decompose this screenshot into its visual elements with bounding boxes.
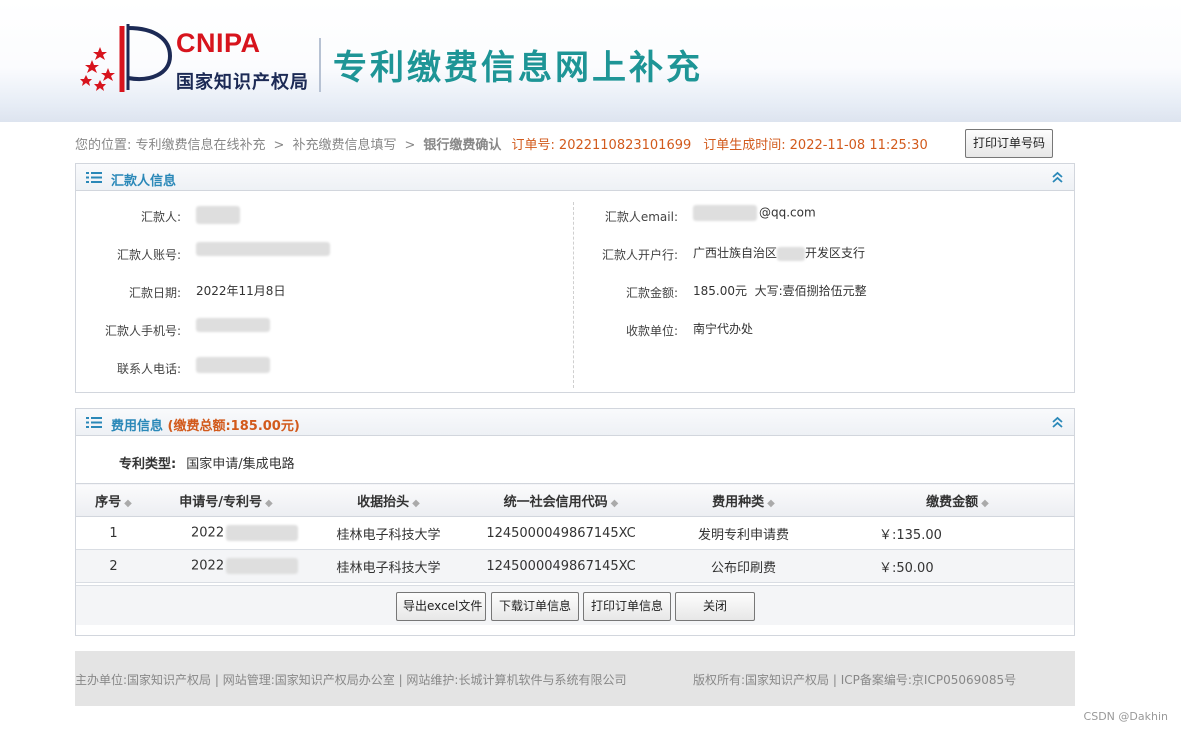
footer-organizers: 主办单位:国家知识产权局 | 网站管理:国家知识产权局办公室 | 网站维护:长城… <box>75 673 627 687</box>
cell-amount: ￥:50.00 <box>841 549 1074 583</box>
fee-panel-header: 费用信息 (缴费总额:185.00元) <box>76 409 1074 436</box>
redacted-value <box>693 205 757 221</box>
remitter-name-label: 汇款人: <box>140 210 181 224</box>
patent-type: 专利类型: 国家申请/集成电路 <box>119 453 295 472</box>
patent-type-label: 专利类型: <box>119 457 177 472</box>
remitter-account-label: 汇款人账号: <box>116 248 181 262</box>
remitter-info-panel: 汇款人信息 汇款人: 汇款人账号: 汇款日期: 2022年11月8日 汇款人手机… <box>75 163 1075 393</box>
list-icon <box>86 172 102 183</box>
collapse-up-icon[interactable] <box>1051 416 1064 429</box>
remitter-panel-body: 汇款人: 汇款人账号: 汇款日期: 2022年11月8日 汇款人手机号: 联系人… <box>76 191 1074 391</box>
table-row[interactable]: 2 2022 桂林电子科技大学 1245000049867145XC 公布印刷费… <box>76 549 1074 583</box>
download-order-button[interactable]: 下载订单信息 <box>491 592 579 621</box>
remitter-bank-suffix: 开发区支行 <box>805 246 866 260</box>
col-header-credit-code[interactable]: 统一社会信用代码 ◆ <box>476 483 646 517</box>
header-divider <box>319 38 321 92</box>
site-header: CNIPA 国家知识产权局 专利缴费信息网上补充 <box>0 0 1181 122</box>
redacted-value <box>196 206 240 224</box>
list-icon <box>86 417 102 428</box>
cell-index: 2 <box>76 549 151 583</box>
redacted-value <box>196 241 330 256</box>
sort-icon[interactable]: ◆ <box>981 498 989 509</box>
cell-receipt-title: 桂林电子科技大学 <box>301 549 476 583</box>
csdn-watermark: CSDN @Dakhin <box>1083 710 1168 723</box>
cell-credit-code: 1245000049867145XC <box>476 516 646 550</box>
payee-value: 南宁代办处 <box>693 322 754 336</box>
cell-credit-code: 1245000049867145XC <box>476 549 646 583</box>
breadcrumb-step-2[interactable]: 补充缴费信息填写 <box>292 138 396 153</box>
contact-phone-label: 联系人电话: <box>116 362 181 376</box>
fee-table: 序号 ◆ 申请号/专利号 ◆ 收据抬头 ◆ 统一社会信用代码 ◆ 费用种类 ◆ 缴费金额 ◆… <box>76 483 1074 583</box>
sort-icon[interactable]: ◆ <box>767 498 775 509</box>
remit-date-label: 汇款日期: <box>128 286 181 300</box>
redacted-value <box>196 357 270 373</box>
order-number-label: 订单号: <box>511 138 555 153</box>
cell-amount: ￥:135.00 <box>841 516 1074 550</box>
sort-icon[interactable]: ◆ <box>124 498 132 509</box>
logo-text-cn: 国家知识产权局 <box>176 72 309 93</box>
breadcrumb-step-1[interactable]: 专利缴费信息在线补充 <box>136 138 266 153</box>
breadcrumb-separator: > <box>273 138 285 153</box>
cell-receipt-title: 桂林电子科技大学 <box>301 516 476 550</box>
action-bar: 导出excel文件 下载订单信息 打印订单信息 关闭 <box>76 585 1074 625</box>
col-header-fee-type[interactable]: 费用种类 ◆ <box>646 483 841 517</box>
logo-text-en: CNIPA <box>176 28 261 58</box>
export-excel-button[interactable]: 导出excel文件 <box>396 592 486 621</box>
table-row[interactable]: 1 2022 桂林电子科技大学 1245000049867145XC 发明专利申… <box>76 516 1074 550</box>
order-created-value: 2022-11-08 11:25:30 <box>789 138 928 153</box>
sort-icon[interactable]: ◆ <box>265 498 273 509</box>
remitter-panel-title: 汇款人信息 <box>111 174 177 189</box>
breadcrumb-separator: > <box>404 138 416 153</box>
remit-amount-value: 185.00元 大写:壹佰捌拾伍元整 <box>693 284 867 298</box>
col-header-index[interactable]: 序号 ◆ <box>76 483 151 517</box>
cell-index: 1 <box>76 516 151 550</box>
close-button[interactable]: 关闭 <box>675 592 755 621</box>
remit-date-value: 2022年11月8日 <box>196 284 286 298</box>
col-header-amount[interactable]: 缴费金额 ◆ <box>841 483 1074 517</box>
remitter-email-domain: @qq.com <box>759 205 816 220</box>
breadcrumb: 您的位置: 专利缴费信息在线补充 > 补充缴费信息填写 > 银行缴费确认 订单号: 202… <box>75 134 940 153</box>
redacted-value <box>196 317 270 332</box>
remit-amount-label: 汇款金额: <box>625 286 678 300</box>
redacted-value <box>226 525 299 541</box>
payee-label: 收款单位: <box>625 324 678 338</box>
cell-app-no: 2022 <box>151 516 301 550</box>
sort-icon[interactable]: ◆ <box>412 498 420 509</box>
fee-panel-title-text: 费用信息 <box>111 419 164 434</box>
fee-info-panel: 费用信息 (缴费总额:185.00元) 专利类型: 国家申请/集成电路 序号 ◆ 申… <box>75 408 1075 636</box>
print-order-info-button[interactable]: 打印订单信息 <box>583 592 671 621</box>
remitter-panel-header: 汇款人信息 <box>76 164 1074 191</box>
remitter-bank-prefix: 广西壮族自治区 <box>693 246 778 260</box>
fee-table-header: 序号 ◆ 申请号/专利号 ◆ 收据抬头 ◆ 统一社会信用代码 ◆ 费用种类 ◆ 缴费金额 ◆ <box>76 483 1074 517</box>
print-order-number-button[interactable]: 打印订单号码 <box>965 129 1053 158</box>
patent-type-value: 国家申请/集成电路 <box>186 457 295 472</box>
col-header-app-no[interactable]: 申请号/专利号 ◆ <box>151 483 301 517</box>
redacted-value <box>777 246 806 261</box>
breadcrumb-current: 银行缴费确认 <box>423 138 502 153</box>
order-created-label: 订单生成时间: <box>703 138 786 153</box>
col-header-receipt-title[interactable]: 收据抬头 ◆ <box>301 483 476 517</box>
remitter-phone-label: 汇款人手机号: <box>104 324 181 338</box>
remitter-email-label: 汇款人email: <box>604 210 678 224</box>
footer-copyright: 版权所有:国家知识产权局 | ICP备案编号:京ICP05069085号 <box>693 673 1017 687</box>
cell-fee-type: 发明专利申请费 <box>646 516 841 550</box>
cell-fee-type: 公布印刷费 <box>646 549 841 583</box>
site-title: 专利缴费信息网上补充 <box>333 48 703 88</box>
remitter-bank-label: 汇款人开户行: <box>601 248 678 262</box>
fee-total: (缴费总额:185.00元) <box>167 419 300 434</box>
fee-panel-title: 费用信息 (缴费总额:185.00元) <box>111 415 300 434</box>
collapse-up-icon[interactable] <box>1051 171 1064 184</box>
cnipa-emblem-icon <box>80 24 173 92</box>
redacted-value <box>226 558 299 574</box>
cell-app-no: 2022 <box>151 549 301 583</box>
breadcrumb-prefix: 您的位置: <box>75 138 132 153</box>
order-number-value: 2022110823101699 <box>558 138 692 153</box>
cnipa-logo: CNIPA 国家知识产权局 <box>78 20 318 100</box>
site-footer: 主办单位:国家知识产权局 | 网站管理:国家知识产权局办公室 | 网站维护:长城… <box>75 651 1075 706</box>
sort-icon[interactable]: ◆ <box>611 498 619 509</box>
